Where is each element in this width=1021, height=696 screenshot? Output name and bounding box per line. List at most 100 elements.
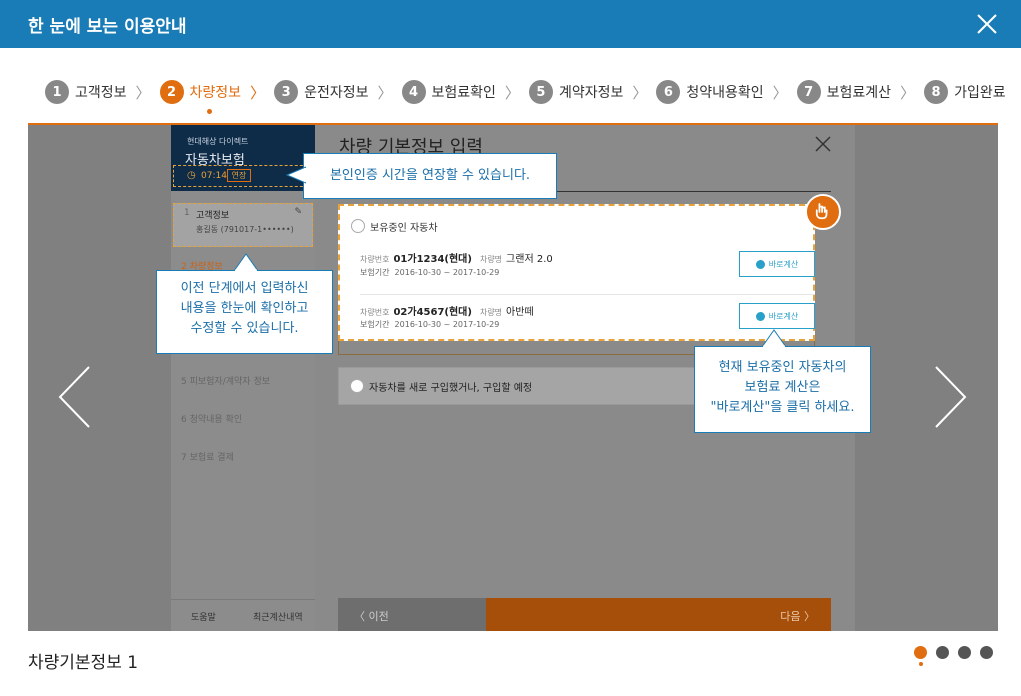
page-dot-3[interactable] [958, 646, 971, 659]
chevron-right-icon: 〉 [772, 83, 788, 102]
step-4: 4 보험료확인 〉 [401, 80, 529, 104]
brand-text: 현대해상 다이렉트 [187, 137, 249, 146]
slide-caption: 차량기본정보 1 [28, 653, 139, 673]
period-label: 보험기간 [360, 268, 390, 277]
tooltip-quick-calc: 현재 보유중인 자동차의 보험료 계산은 "바로계산"을 클릭 하세요. [694, 346, 871, 433]
card-heading: 보유중인 자동차 [370, 223, 438, 234]
sidebar-item-summary: 홍길동 (791017-1••••••) [196, 225, 294, 234]
step-number: 1 [45, 80, 69, 104]
quick-calc-button[interactable]: 바로계산 [739, 303, 815, 329]
header: 한 눈에 보는 이용안내 [0, 0, 1021, 48]
step-5: 5 계약자정보 〉 [528, 80, 656, 104]
step-number: 4 [401, 80, 426, 104]
tooltip-line: "바로계산"을 클릭 하세요. [710, 400, 855, 415]
close-icon[interactable] [973, 10, 1001, 38]
help-link[interactable]: 도움말 [191, 610, 216, 623]
chevron-right-icon: 〉 [900, 83, 916, 102]
model-name: 그랜저 2.0 [506, 254, 553, 265]
plate-label: 차량번호 [360, 255, 390, 264]
button-label: 바로계산 [768, 311, 799, 321]
step-label: 보험료계산 [826, 85, 892, 101]
tooltip-pointer [286, 166, 306, 184]
close-icon[interactable] [814, 135, 832, 153]
step-2: 2 차량정보 〉 [159, 80, 275, 104]
page-dot-4[interactable] [980, 646, 993, 659]
tooltip-line: 수정할 수 있습니다. [190, 321, 299, 336]
quick-calc-button[interactable]: 바로계산 [739, 251, 815, 277]
step-7: 7 보험료계산 〉 [796, 80, 924, 104]
tooltip-line: 현재 보유중인 자동차의 [718, 360, 847, 375]
tooltip-line: 내용을 한눈에 확인하고 [180, 301, 309, 316]
extend-button[interactable]: 연장 [227, 169, 251, 182]
preview-sidebar: 현대해상 다이렉트 자동차보험 ◷ 07:14 연장 1 고객정보 홍길동 (7… [171, 125, 315, 631]
chevron-right-icon: 〉 [632, 83, 648, 102]
slide-stage: 현대해상 다이렉트 자동차보험 ◷ 07:14 연장 1 고객정보 홍길동 (7… [28, 125, 998, 631]
tooltip-pointer [233, 253, 259, 271]
step-label: 가입완료 [954, 85, 1006, 101]
clock-icon: ◷ [187, 170, 196, 181]
divider [360, 294, 815, 295]
sidebar-item-payment[interactable]: 7 보험료 결제 [181, 450, 234, 463]
plate-number: 02가4567(현대) [393, 307, 472, 318]
prev-button[interactable]: 〈 이전 [338, 598, 486, 631]
edit-icon[interactable]: ✎ [294, 207, 302, 217]
step-number: 3 [274, 80, 299, 104]
step-label: 차량정보 [189, 85, 242, 101]
new-car-radio[interactable] [350, 379, 364, 393]
timer-value: 07:14 [201, 171, 227, 181]
step-3: 3 운전자정보 〉 [274, 80, 401, 104]
chevron-left-icon[interactable] [58, 365, 92, 429]
model-label: 차량명 [479, 308, 503, 317]
sidebar-item-label: 고객정보 [196, 211, 230, 221]
clock-icon [755, 311, 765, 321]
active-page-marker [919, 662, 923, 666]
period-label: 보험기간 [360, 320, 390, 329]
next-button[interactable]: 다음 〉 [486, 598, 831, 631]
step-label: 보험료확인 [431, 85, 496, 101]
step-number: 2 [159, 80, 184, 104]
recent-quotes-link[interactable]: 최근계산내역 [253, 610, 303, 623]
plate-label: 차량번호 [360, 308, 390, 317]
step-number: 6 [656, 80, 681, 104]
car-1-period: 보험기간 2016-10-30 ~ 2017-10-29 [360, 267, 499, 278]
period-value: 2016-10-30 ~ 2017-10-29 [394, 268, 500, 277]
tooltip-timer: 본인인증 시간을 연장할 수 있습니다. [303, 153, 557, 199]
page-dot-1[interactable] [914, 646, 927, 659]
car-1-info: 차량번호 01가1234(현대) 차량명 그랜저 2.0 [360, 250, 553, 265]
step-8: 8 가입완료 [924, 80, 1006, 104]
pagination-dots [914, 646, 1002, 659]
step-number: 8 [924, 80, 949, 104]
sidebar-item-number: 1 [184, 208, 190, 218]
step-label: 청약내용확인 [686, 85, 764, 101]
sidebar-item-customer[interactable]: 1 고객정보 홍길동 (791017-1••••••) ✎ [173, 203, 313, 247]
plate-number: 01가1234(현대) [393, 254, 472, 265]
page-title: 한 눈에 보는 이용안내 [28, 17, 187, 37]
chevron-right-icon: 〉 [377, 83, 393, 102]
chevron-right-icon[interactable] [933, 365, 967, 429]
step-label: 계약자정보 [558, 85, 624, 101]
car-2-period: 보험기간 2016-10-30 ~ 2017-10-29 [360, 319, 499, 330]
sidebar-footer: 도움말 최근계산내역 [171, 599, 315, 631]
clock-icon [755, 259, 765, 269]
chevron-right-icon: 〉 [250, 83, 266, 102]
page-dot-2[interactable] [936, 646, 949, 659]
step-number: 5 [528, 80, 553, 104]
sidebar-item-review[interactable]: 6 청약내용 확인 [181, 412, 242, 425]
tooltip-sidebar: 이전 단계에서 입력하신 내용을 한눈에 확인하고 수정할 수 있습니다. [156, 270, 333, 354]
option-label: 자동차를 새로 구입했거나, 구입할 예정 [369, 383, 533, 394]
car-2-info: 차량번호 02가4567(현대) 차량명 아반떼 [360, 303, 534, 318]
owned-cars-radio[interactable] [351, 219, 365, 233]
button-label: 바로계산 [768, 259, 799, 269]
sidebar-item-insured[interactable]: 5 피보험자/계약자 정보 [181, 374, 270, 387]
model-label: 차량명 [479, 255, 503, 264]
step-label: 고객정보 [75, 85, 127, 101]
tooltip-pointer [761, 329, 787, 347]
chevron-right-icon: 〉 [135, 83, 151, 102]
active-step-marker [207, 109, 212, 114]
step-number: 7 [796, 80, 821, 104]
step-6: 6 청약내용확인 〉 [656, 80, 796, 104]
step-1: 1 고객정보 〉 [45, 80, 160, 104]
tap-hand-icon [805, 194, 841, 230]
step-indicator: 1 고객정보 〉 2 차량정보 〉 3 운전자정보 〉 4 보험료확인 〉 5 … [45, 78, 1006, 106]
period-value: 2016-10-30 ~ 2017-10-29 [394, 320, 500, 329]
